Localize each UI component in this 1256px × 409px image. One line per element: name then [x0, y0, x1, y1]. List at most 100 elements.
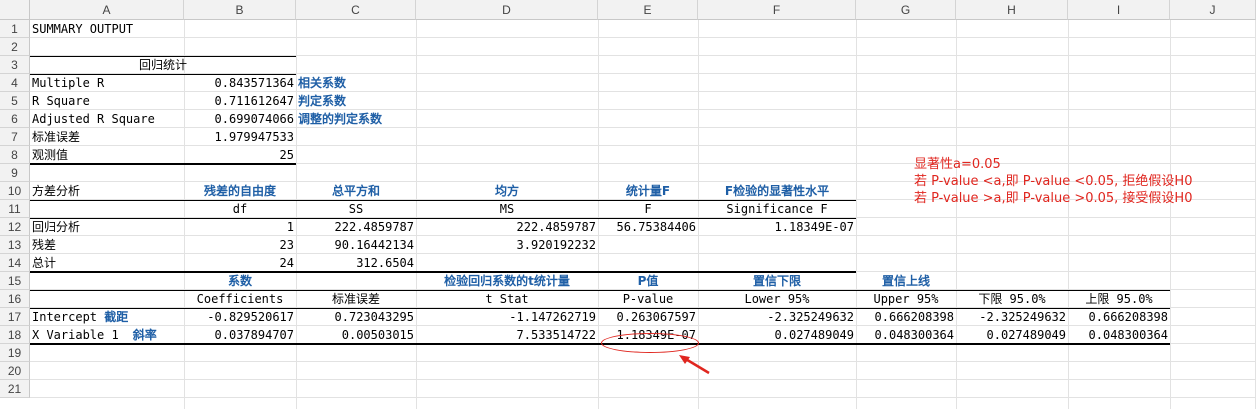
- column-header-e[interactable]: E: [598, 0, 698, 20]
- gridline: [1170, 20, 1171, 409]
- column-header-h[interactable]: H: [956, 0, 1068, 20]
- std-error-header[interactable]: 标准误差: [296, 290, 416, 308]
- x-variable-label: X Variable 1: [32, 328, 119, 342]
- row-header[interactable]: 11: [0, 200, 30, 218]
- upper-95-header[interactable]: Upper 95%: [856, 290, 956, 308]
- adjusted-r-square-value[interactable]: 0.699074066: [184, 110, 296, 128]
- intercept-upper-95[interactable]: 0.666208398: [856, 308, 956, 326]
- row-header[interactable]: 17: [0, 308, 30, 326]
- p-value-header[interactable]: P-value: [598, 290, 698, 308]
- column-header-a[interactable]: A: [30, 0, 184, 20]
- anova-regression-df[interactable]: 1: [184, 218, 296, 236]
- anova-f-header[interactable]: F: [598, 200, 698, 218]
- anova-total-label[interactable]: 总计: [30, 254, 184, 272]
- column-header-c[interactable]: C: [296, 0, 416, 20]
- gridline: [856, 20, 857, 409]
- r-square-value[interactable]: 0.711612647: [184, 92, 296, 110]
- adjusted-r-square-note: 调整的判定系数: [298, 112, 383, 126]
- row-header[interactable]: 19: [0, 344, 30, 362]
- row-header[interactable]: 16: [0, 290, 30, 308]
- significance-level-note: 显著性a=0.05: [914, 157, 1001, 172]
- gridline: [30, 397, 1256, 398]
- select-all-corner[interactable]: [0, 0, 30, 20]
- anova-regression-f[interactable]: 56.75384406: [598, 218, 698, 236]
- std-error-value[interactable]: 1.979947533: [184, 128, 296, 146]
- column-header-f[interactable]: F: [698, 0, 856, 20]
- multiple-r-label[interactable]: Multiple R: [30, 74, 184, 92]
- multiple-r-note: 相关系数: [298, 76, 347, 90]
- intercept-label-cell[interactable]: Intercept 截距: [30, 308, 184, 326]
- anova-ss-header[interactable]: SS: [296, 200, 416, 218]
- lower-95-0-header[interactable]: 下限 95.0%: [956, 290, 1068, 308]
- x-upper-95-0[interactable]: 0.048300364: [1068, 326, 1170, 344]
- column-header-i[interactable]: I: [1068, 0, 1170, 20]
- anova-residual-ms[interactable]: 3.920192232: [416, 236, 598, 254]
- row-header[interactable]: 4: [0, 74, 30, 92]
- anova-regression-label[interactable]: 回归分析: [30, 218, 184, 236]
- row-header[interactable]: 10: [0, 182, 30, 200]
- anova-total-ss[interactable]: 312.6504: [296, 254, 416, 272]
- x-t-stat[interactable]: 7.533514722: [416, 326, 598, 344]
- column-header-j[interactable]: J: [1170, 0, 1256, 20]
- row-header[interactable]: 14: [0, 254, 30, 272]
- x-std-error[interactable]: 0.00503015: [296, 326, 416, 344]
- row-header[interactable]: 21: [0, 380, 30, 398]
- t-stat-note: 检验回归系数的t统计量: [444, 274, 570, 288]
- p-value-highlight-oval: [601, 333, 699, 353]
- anova-ss-note: 总平方和: [331, 184, 380, 198]
- row-header[interactable]: 8: [0, 146, 30, 164]
- column-header-d[interactable]: D: [416, 0, 598, 20]
- summary-title[interactable]: SUMMARY OUTPUT: [30, 20, 184, 38]
- multiple-r-value[interactable]: 0.843571364: [184, 74, 296, 92]
- x-coefficient[interactable]: 0.037894707: [184, 326, 296, 344]
- std-error-label[interactable]: 标准误差: [30, 128, 184, 146]
- x-upper-95[interactable]: 0.048300364: [856, 326, 956, 344]
- spreadsheet[interactable]: A B C D E F G H I J 1 2 3 4 5 6 7 8 9 10…: [0, 0, 1256, 409]
- row-header[interactable]: 9: [0, 164, 30, 182]
- r-square-label[interactable]: R Square: [30, 92, 184, 110]
- column-header-b[interactable]: B: [184, 0, 296, 20]
- observations-label[interactable]: 观测值: [30, 146, 184, 164]
- t-stat-header[interactable]: t Stat: [416, 290, 598, 308]
- anova-residual-label[interactable]: 残差: [30, 236, 184, 254]
- row-header[interactable]: 15: [0, 272, 30, 290]
- intercept-lower-95-0[interactable]: -2.325249632: [956, 308, 1068, 326]
- row-header[interactable]: 7: [0, 128, 30, 146]
- row-header[interactable]: 20: [0, 362, 30, 380]
- upper-95-0-header[interactable]: 上限 95.0%: [1068, 290, 1170, 308]
- anova-regression-ss[interactable]: 222.4859787: [296, 218, 416, 236]
- anova-sig-header[interactable]: Significance F: [698, 200, 856, 218]
- anova-total-df[interactable]: 24: [184, 254, 296, 272]
- anova-residual-df[interactable]: 23: [184, 236, 296, 254]
- observations-value[interactable]: 25: [184, 146, 296, 164]
- intercept-std-error[interactable]: 0.723043295: [296, 308, 416, 326]
- intercept-upper-95-0[interactable]: 0.666208398: [1068, 308, 1170, 326]
- lower-95-header[interactable]: Lower 95%: [698, 290, 856, 308]
- x-lower-95-0[interactable]: 0.027489049: [956, 326, 1068, 344]
- adjusted-r-square-label[interactable]: Adjusted R Square: [30, 110, 184, 128]
- row-header[interactable]: 2: [0, 38, 30, 56]
- row-header[interactable]: 12: [0, 218, 30, 236]
- row-header[interactable]: 6: [0, 110, 30, 128]
- x-variable-label-cell[interactable]: X Variable 1 斜率: [30, 326, 184, 344]
- anova-ms-header[interactable]: MS: [416, 200, 598, 218]
- row-header[interactable]: 3: [0, 56, 30, 74]
- intercept-p-value[interactable]: 0.263067597: [598, 308, 698, 326]
- coefficients-header[interactable]: Coefficients: [184, 290, 296, 308]
- row-header[interactable]: 18: [0, 326, 30, 344]
- x-lower-95[interactable]: 0.027489049: [698, 326, 856, 344]
- anova-regression-ms[interactable]: 222.4859787: [416, 218, 598, 236]
- intercept-t-stat[interactable]: -1.147262719: [416, 308, 598, 326]
- row-header[interactable]: 13: [0, 236, 30, 254]
- regression-stats-header[interactable]: 回归统计: [30, 56, 296, 74]
- row-header[interactable]: 1: [0, 20, 30, 38]
- anova-df-header[interactable]: df: [184, 200, 296, 218]
- gridline: [956, 20, 957, 409]
- anova-title[interactable]: 方差分析: [30, 182, 184, 200]
- row-header[interactable]: 5: [0, 92, 30, 110]
- anova-regression-sig[interactable]: 1.18349E-07: [698, 218, 856, 236]
- intercept-coefficient[interactable]: -0.829520617: [184, 308, 296, 326]
- column-header-g[interactable]: G: [856, 0, 956, 20]
- intercept-lower-95[interactable]: -2.325249632: [698, 308, 856, 326]
- anova-residual-ss[interactable]: 90.16442134: [296, 236, 416, 254]
